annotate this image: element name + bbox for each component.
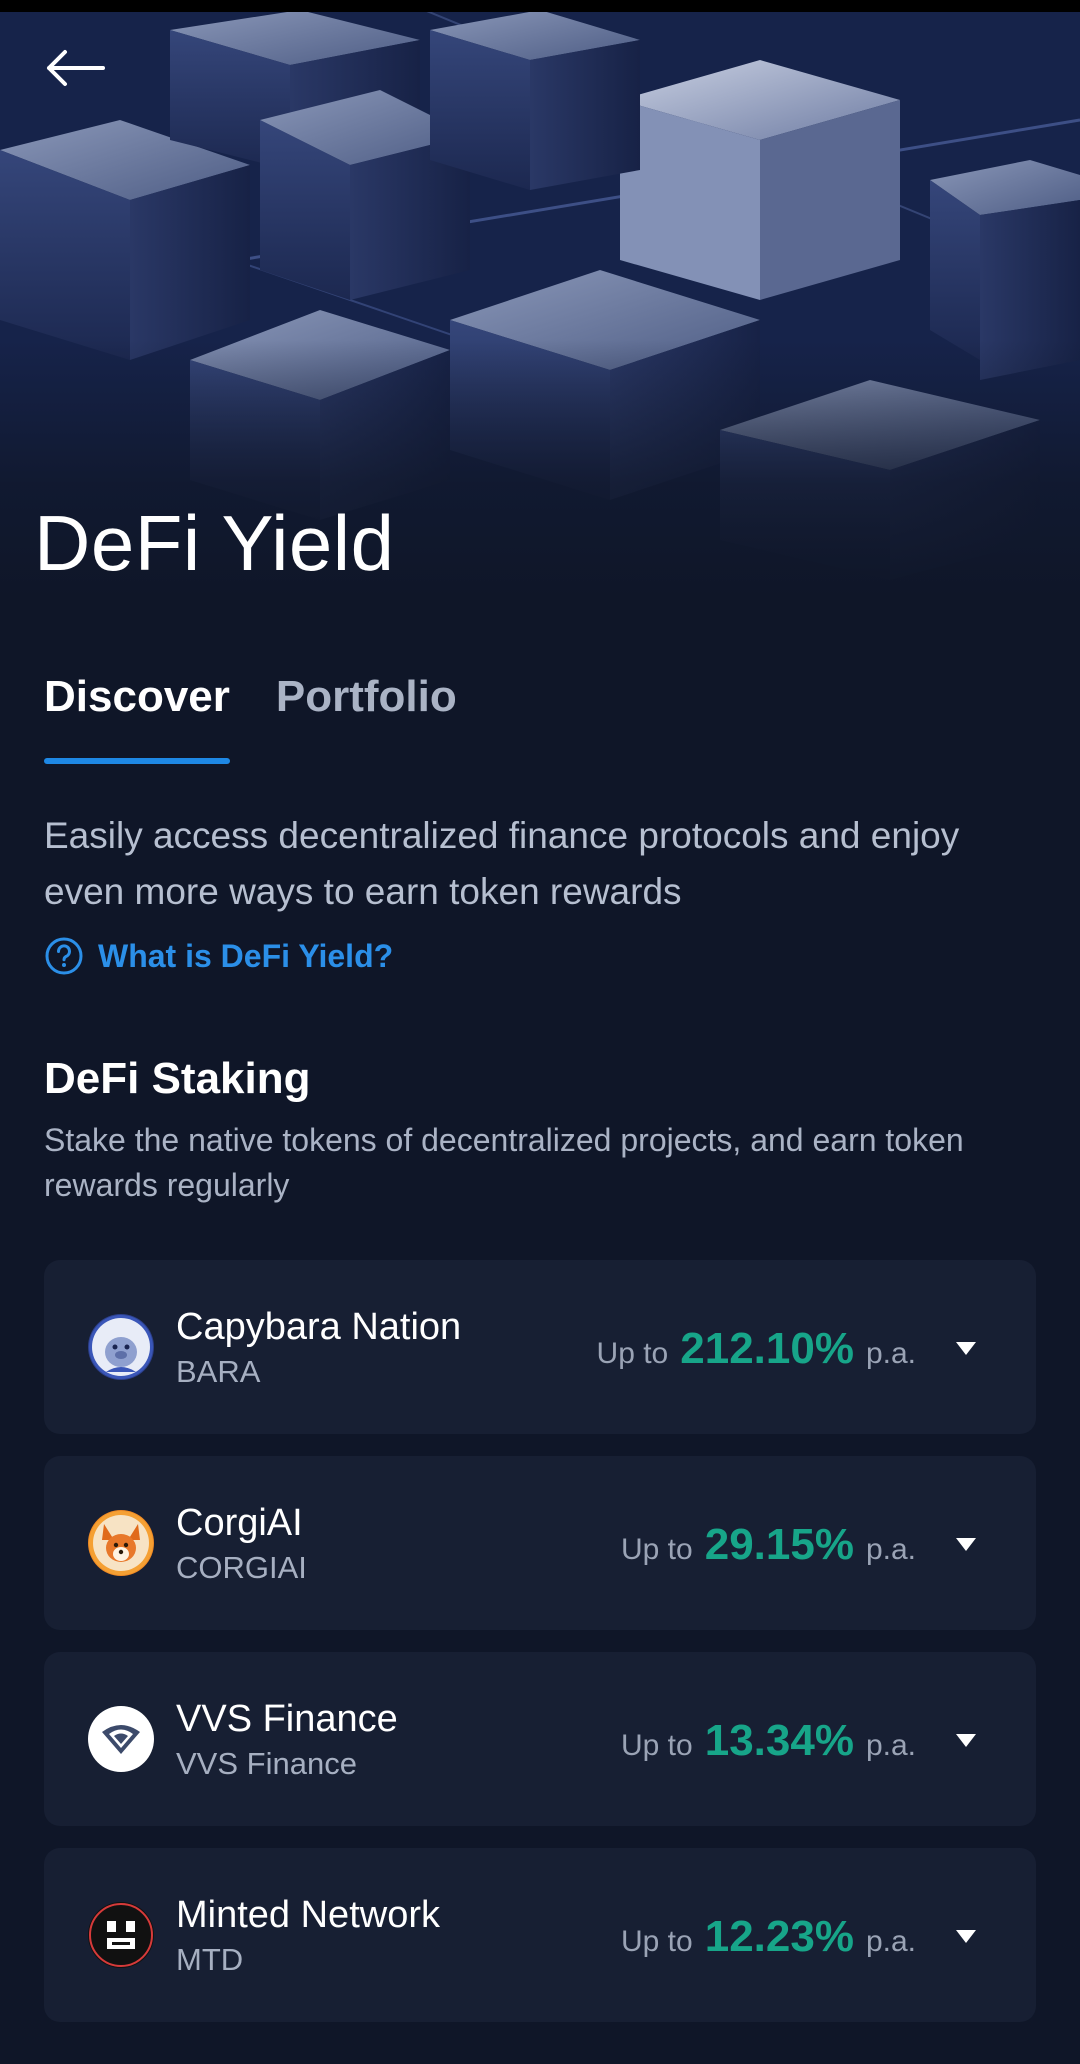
chevron-down-icon[interactable] xyxy=(954,1534,978,1554)
staking-item-corgiai[interactable]: CorgiAI CORGIAI Up to 29.15% p.a. xyxy=(44,1456,1036,1630)
apy-suffix: p.a. xyxy=(865,1533,916,1566)
tab-discover[interactable]: Discover xyxy=(44,672,230,752)
tab-bar: Discover Portfolio xyxy=(44,672,457,752)
chevron-down-icon[interactable] xyxy=(954,1338,978,1358)
apy-info: Up to 29.15% p.a. xyxy=(621,1520,916,1570)
arrow-left-icon xyxy=(47,50,105,86)
token-name: CorgiAI xyxy=(176,1502,303,1544)
vvs-logo-icon xyxy=(88,1706,154,1772)
apy-suffix: p.a. xyxy=(865,1337,916,1370)
apy-info: Up to 13.34% p.a. xyxy=(621,1716,916,1766)
minted-logo-icon xyxy=(88,1902,154,1968)
apy-prefix: Up to xyxy=(621,1729,693,1762)
apy-suffix: p.a. xyxy=(865,1729,916,1762)
staking-item-capybara-nation[interactable]: Capybara Nation BARA Up to 212.10% p.a. xyxy=(44,1260,1036,1434)
apy-value: 212.10% xyxy=(680,1324,854,1373)
section-title: DeFi Staking xyxy=(44,1054,311,1103)
section-description: Stake the native tokens of decentralized… xyxy=(44,1122,964,1203)
staking-item-minted-network[interactable]: Minted Network MTD Up to 12.23% p.a. xyxy=(44,1848,1036,2022)
token-name: Capybara Nation xyxy=(176,1306,462,1348)
staking-item-vvs-finance[interactable]: VVS Finance VVS Finance Up to 13.34% p.a… xyxy=(44,1652,1036,1826)
question-circle-icon xyxy=(45,937,83,975)
token-name: Minted Network xyxy=(176,1894,440,1936)
tab-portfolio[interactable]: Portfolio xyxy=(276,672,457,752)
token-symbol: CORGIAI xyxy=(176,1550,307,1585)
defi-yield-screen: DeFi Yield Discover Portfolio Easily acc… xyxy=(0,0,1080,2064)
apy-info: Up to 12.23% p.a. xyxy=(621,1912,916,1962)
active-tab-indicator xyxy=(44,758,230,764)
apy-info: Up to 212.10% p.a. xyxy=(597,1324,916,1374)
apy-prefix: Up to xyxy=(621,1925,693,1958)
chevron-down-icon[interactable] xyxy=(954,1730,978,1750)
apy-value: 29.15% xyxy=(704,1520,854,1569)
chevron-down-icon[interactable] xyxy=(954,1926,978,1946)
apy-suffix: p.a. xyxy=(865,1925,916,1958)
apy-value: 12.23% xyxy=(704,1912,854,1961)
corgi-logo-icon xyxy=(88,1510,154,1576)
back-button[interactable] xyxy=(40,38,110,98)
token-symbol: VVS Finance xyxy=(176,1746,357,1781)
apy-prefix: Up to xyxy=(596,1337,669,1370)
token-symbol: MTD xyxy=(176,1942,244,1977)
status-bar xyxy=(0,0,1080,12)
page-title: DeFi Yield xyxy=(34,499,395,587)
apy-value: 13.34% xyxy=(704,1716,854,1765)
capybara-logo-icon xyxy=(88,1314,154,1380)
apy-prefix: Up to xyxy=(621,1533,693,1566)
what-is-defi-yield-link[interactable]: What is DeFi Yield? xyxy=(44,936,393,976)
token-name: VVS Finance xyxy=(176,1698,398,1740)
token-symbol: BARA xyxy=(176,1354,261,1389)
intro-text: Easily access decentralized finance prot… xyxy=(44,815,960,912)
help-link-label: What is DeFi Yield? xyxy=(98,937,394,974)
